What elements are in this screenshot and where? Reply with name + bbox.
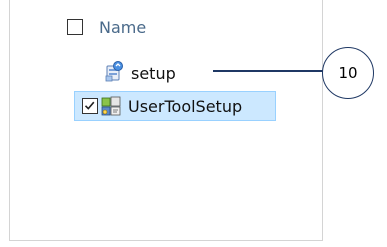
setup-installer-icon (104, 60, 124, 86)
item-label: setup (131, 63, 176, 83)
msi-package-icon (100, 95, 122, 117)
callout-leader-line (213, 70, 323, 72)
callout-number: 10 (338, 64, 358, 82)
item-label: UserToolSetup (128, 96, 243, 116)
list-item-usertoolsetup[interactable]: UserToolSetup (74, 91, 276, 121)
checkmark-icon (84, 101, 95, 110)
list-item-setup[interactable]: setup (104, 61, 176, 85)
callout-badge: 10 (322, 47, 374, 99)
item-checkbox[interactable] (82, 98, 98, 114)
name-column-header[interactable]: Name (67, 16, 146, 38)
name-column-label[interactable]: Name (99, 18, 146, 37)
select-all-checkbox[interactable] (67, 19, 83, 35)
